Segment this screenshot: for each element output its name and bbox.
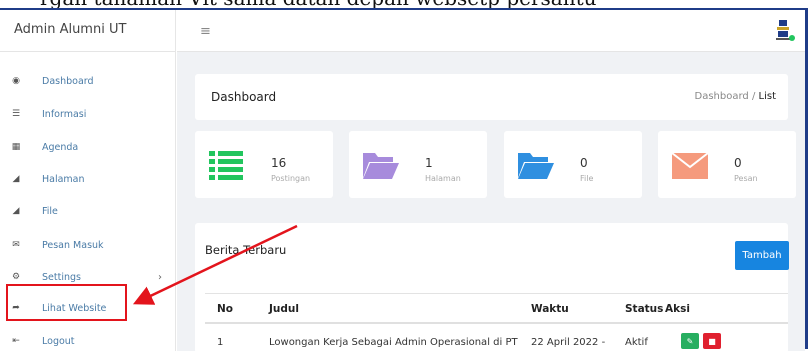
background-caption: rgan tanaman Vit sama datan depan webset…: [0, 0, 808, 8]
app-window: Admin Alumni UT ◉ Dashboard ☰ Informasi …: [0, 8, 808, 353]
annotation-arrow: [132, 224, 298, 305]
caption-text: rgan tanaman Vit sama datan depan webset…: [40, 0, 597, 8]
